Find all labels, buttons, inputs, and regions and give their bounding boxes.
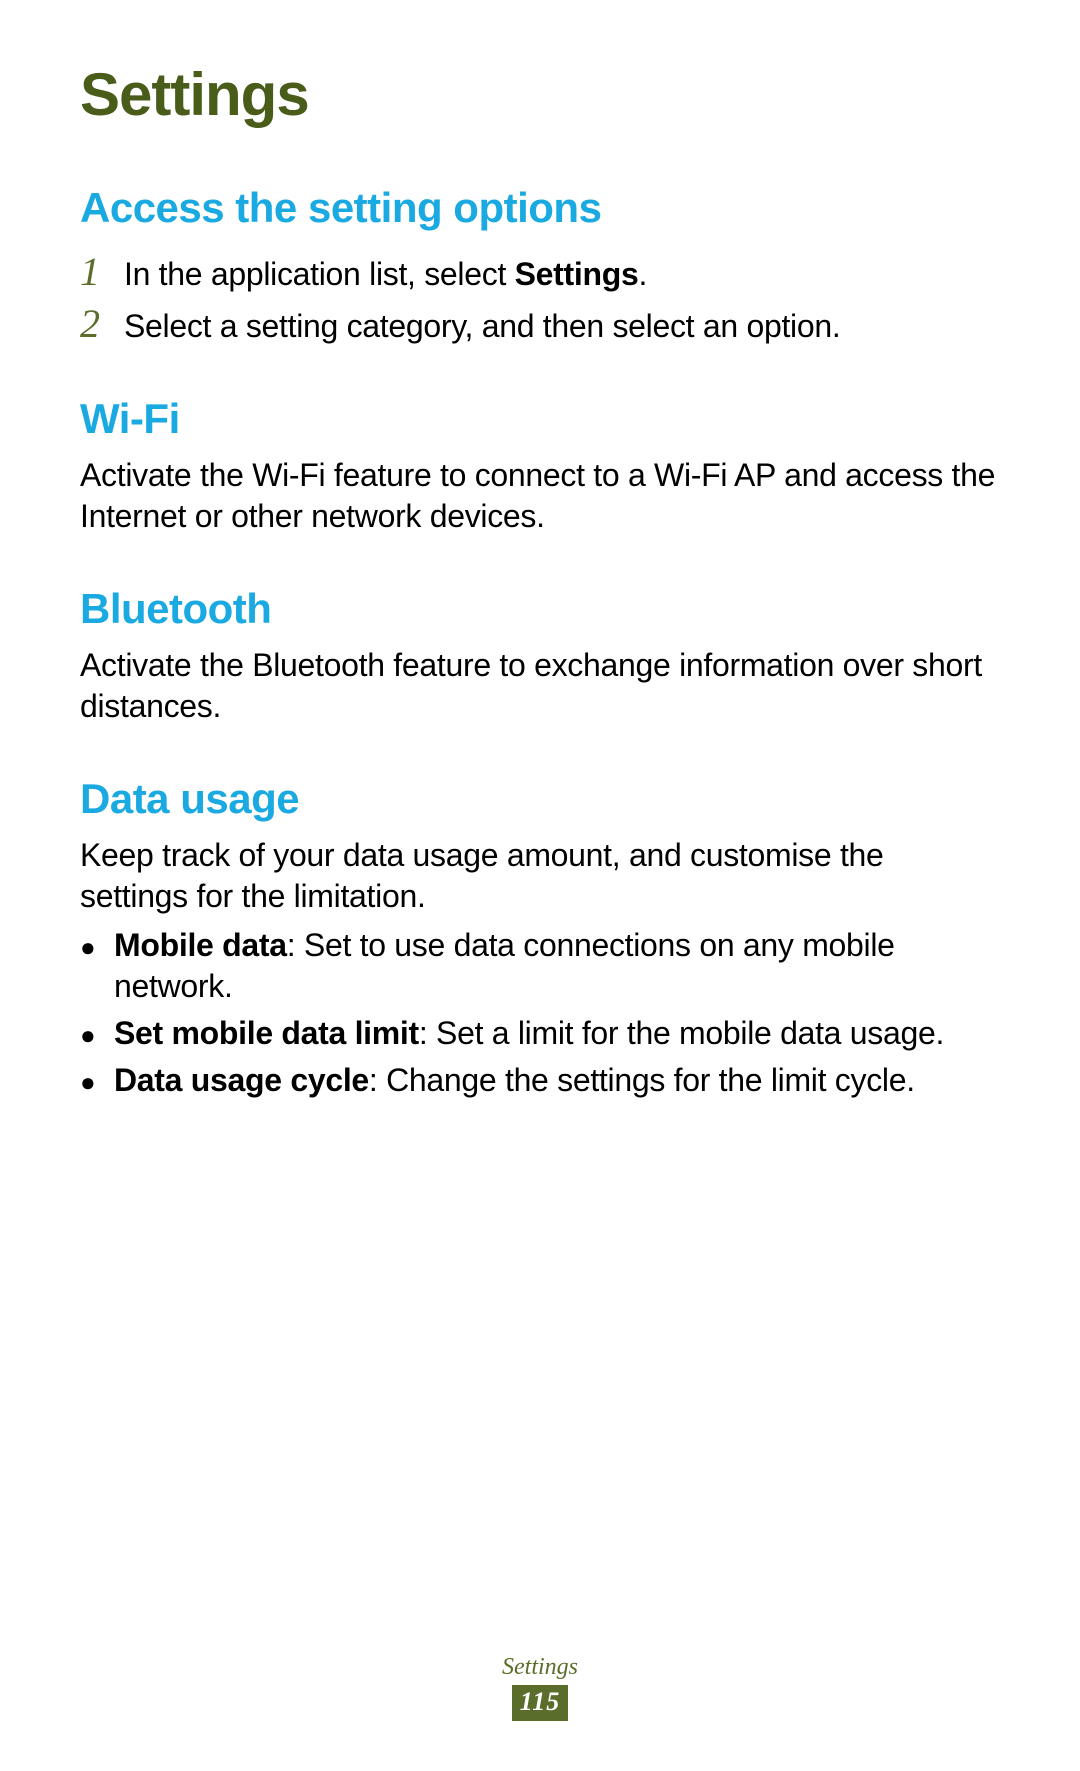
page-footer: Settings 115 — [0, 1654, 1080, 1721]
data-usage-body: Keep track of your data usage amount, an… — [80, 835, 1000, 917]
step-text: Select a setting category, and then sele… — [124, 306, 840, 348]
list-item: 1 In the application list, select Settin… — [80, 252, 1000, 296]
list-item: 2 Select a setting category, and then se… — [80, 304, 1000, 348]
section-heading-access: Access the setting options — [80, 184, 1000, 232]
access-steps-list: 1 In the application list, select Settin… — [80, 252, 1000, 347]
bullet-text: Mobile data: Set to use data connections… — [114, 925, 1000, 1007]
section-heading-wifi: Wi-Fi — [80, 395, 1000, 443]
bullet-icon: ● — [80, 1066, 114, 1099]
bullet-icon: ● — [80, 931, 114, 964]
bullet-text: Data usage cycle: Change the settings fo… — [114, 1060, 1000, 1101]
list-item: ● Data usage cycle: Change the settings … — [80, 1060, 1000, 1101]
footer-label: Settings — [0, 1654, 1080, 1681]
list-item: ● Set mobile data limit: Set a limit for… — [80, 1013, 1000, 1054]
page-title: Settings — [80, 60, 1000, 129]
bluetooth-body: Activate the Bluetooth feature to exchan… — [80, 645, 1000, 727]
page-number: 115 — [512, 1685, 569, 1721]
data-usage-bullets: ● Mobile data: Set to use data connectio… — [80, 925, 1000, 1101]
list-item: ● Mobile data: Set to use data connectio… — [80, 925, 1000, 1007]
wifi-body: Activate the Wi-Fi feature to connect to… — [80, 455, 1000, 537]
step-number: 2 — [80, 304, 124, 344]
bullet-text: Set mobile data limit: Set a limit for t… — [114, 1013, 1000, 1054]
step-text: In the application list, select Settings… — [124, 254, 647, 296]
bullet-icon: ● — [80, 1019, 114, 1052]
step-number: 1 — [80, 252, 124, 292]
section-heading-data-usage: Data usage — [80, 775, 1000, 823]
section-heading-bluetooth: Bluetooth — [80, 585, 1000, 633]
